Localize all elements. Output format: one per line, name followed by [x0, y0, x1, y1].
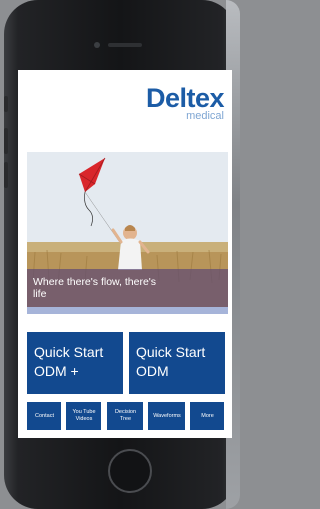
home-button[interactable] [108, 449, 152, 493]
quick-start-odm-plus-label: Quick Start ODM + [34, 344, 104, 379]
app-screen: Deltex medical Where there's flow, there… [18, 70, 232, 438]
volume-up-button [4, 128, 8, 154]
decision-tree-button[interactable]: Decision Tree [107, 402, 143, 430]
volume-down-button [4, 162, 8, 188]
more-label: More [201, 412, 214, 419]
quick-start-odm-label: Quick Start ODM [136, 344, 206, 379]
more-button[interactable]: More [190, 402, 224, 430]
speaker-grille [108, 43, 142, 47]
contact-label: Contact [35, 412, 54, 419]
hero-caption: Where there's flow, there's life [33, 276, 157, 300]
decision-tree-label: Decision Tree [114, 409, 137, 422]
hero-caption-overlay: Where there's flow, there's life [27, 269, 228, 307]
waveforms-button[interactable]: Waveforms [148, 402, 185, 430]
front-camera-icon [94, 42, 100, 48]
logo-wordmark: Deltex [145, 83, 225, 113]
youtube-videos-label: You Tube Videos [72, 409, 96, 422]
hero-banner[interactable]: Where there's flow, there's life [27, 152, 228, 314]
quick-start-odm-button[interactable]: Quick Start ODM [129, 332, 225, 394]
hero-bottom-bar [27, 307, 228, 314]
deltex-logo: Deltex medical [145, 83, 225, 122]
quick-start-odm-plus-button[interactable]: Quick Start ODM + [27, 332, 123, 394]
waveforms-label: Waveforms [153, 412, 181, 419]
youtube-videos-button[interactable]: You Tube Videos [66, 402, 101, 430]
mute-switch [4, 96, 8, 112]
contact-button[interactable]: Contact [27, 402, 61, 430]
